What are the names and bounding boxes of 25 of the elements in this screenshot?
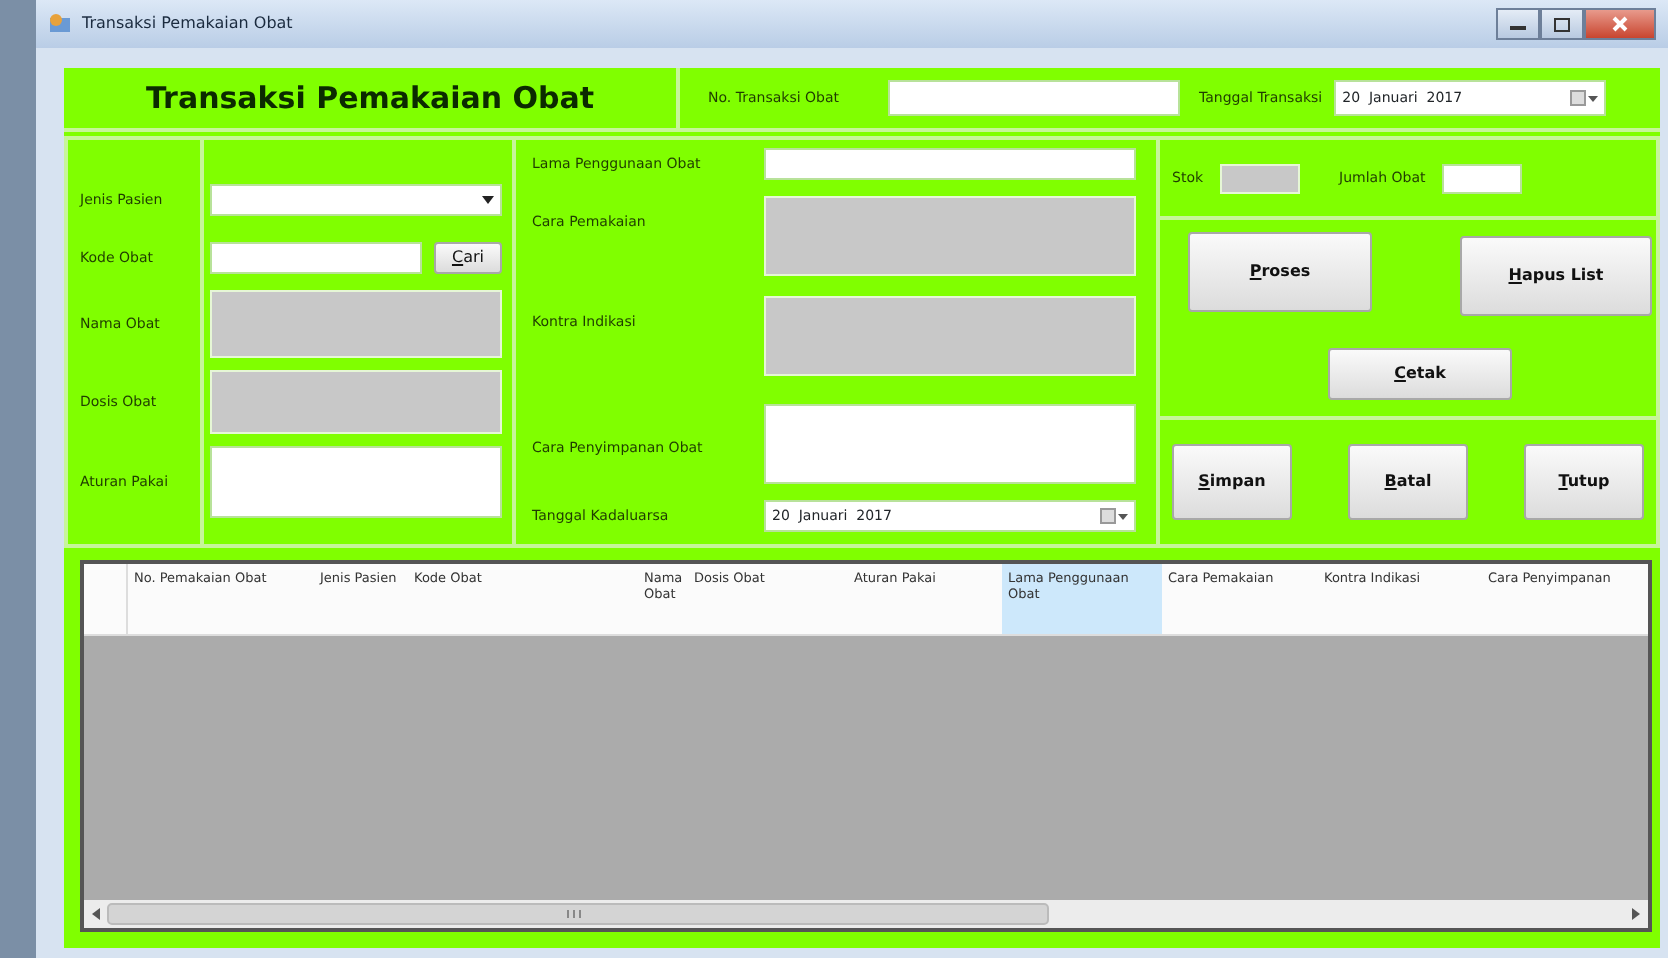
action-button[interactable]: Hapus List xyxy=(1460,236,1652,316)
text-area[interactable] xyxy=(210,446,502,518)
app-icon xyxy=(48,12,72,36)
action-button[interactable]: Tutup xyxy=(1524,444,1644,520)
input-field[interactable] xyxy=(764,148,1136,180)
text-area[interactable] xyxy=(764,404,1136,484)
close-icon xyxy=(1612,16,1628,32)
form-title: Transaksi Pemakaian Obat xyxy=(64,68,680,128)
maximize-icon xyxy=(1554,17,1570,31)
input-field[interactable] xyxy=(1441,163,1522,193)
close-button[interactable] xyxy=(1584,8,1656,40)
maximize-button[interactable] xyxy=(1540,8,1584,40)
action-button[interactable]: Simpan xyxy=(1172,444,1292,520)
calendar-icon[interactable] xyxy=(1100,508,1128,524)
action-button[interactable]: Cetak xyxy=(1328,348,1512,400)
calendar-icon[interactable] xyxy=(1570,90,1599,106)
action-button[interactable]: Proses xyxy=(1188,232,1372,312)
dropdown-field[interactable] xyxy=(210,184,502,216)
minimize-button[interactable] xyxy=(1496,8,1540,40)
action-button[interactable]: Batal xyxy=(1348,444,1468,520)
input-field[interactable] xyxy=(210,242,422,274)
search-button[interactable]: Cari xyxy=(434,242,502,274)
input-field[interactable] xyxy=(887,80,1179,116)
window-title: Transaksi Pemakaian Obat xyxy=(82,12,293,36)
caret-icon[interactable] xyxy=(482,196,494,204)
